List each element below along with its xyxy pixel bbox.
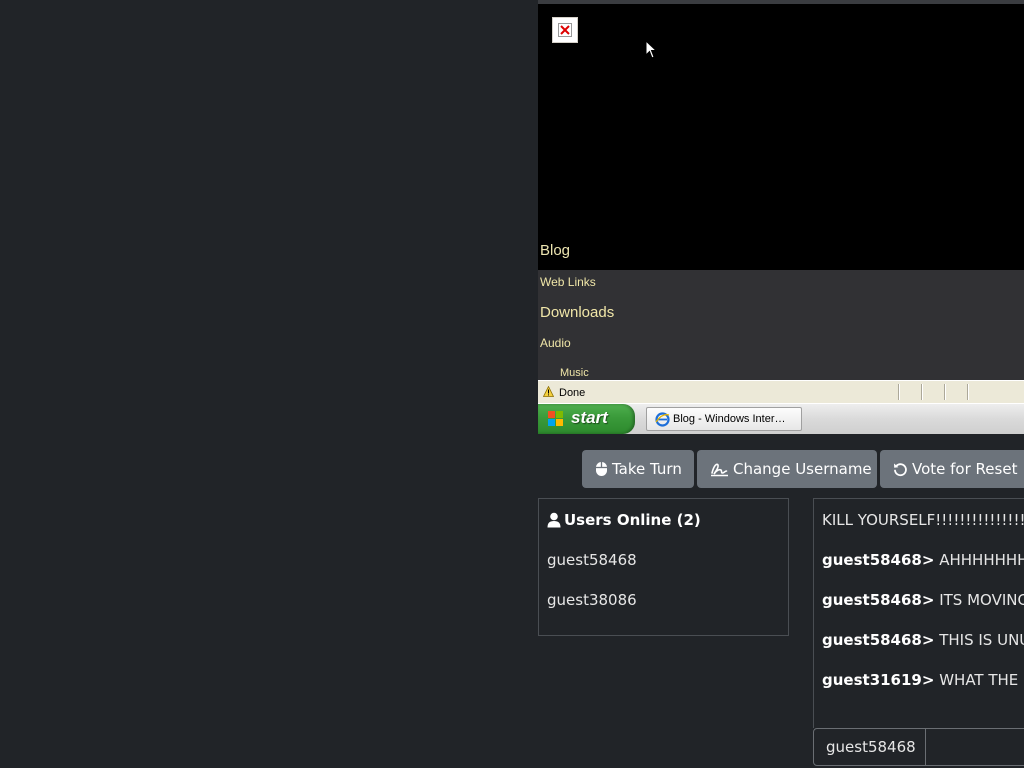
warning-icon bbox=[543, 386, 554, 397]
take-turn-button[interactable]: Take Turn bbox=[582, 450, 694, 488]
internet-explorer-icon bbox=[655, 412, 670, 427]
chat-message: guest58468> THIS IS UNUSA bbox=[822, 631, 1024, 649]
user-icon bbox=[547, 512, 561, 528]
status-divider bbox=[898, 384, 900, 400]
vm-screen[interactable]: Blog Web Links Downloads Audio Music Don… bbox=[538, 0, 1024, 434]
chat-message-user: guest58468> bbox=[822, 551, 935, 569]
user-list-item[interactable]: guest58468 bbox=[547, 551, 637, 569]
chat-message-user: guest58468> bbox=[822, 591, 935, 609]
ie-status-bar: Done bbox=[538, 380, 1024, 403]
user-list-item[interactable]: guest38086 bbox=[547, 591, 637, 609]
change-username-label: Change Username bbox=[733, 460, 872, 478]
xp-taskbar: start Blog - Windows Inter… bbox=[538, 403, 1024, 434]
vm-black-area bbox=[540, 4, 1024, 270]
users-online-panel: Users Online (2) guest58468 guest38086 bbox=[538, 498, 789, 636]
link-music[interactable]: Music bbox=[560, 367, 589, 379]
chat-message-text: ITS MOVING A bbox=[939, 591, 1024, 609]
chat-message: KILL YOURSELF!!!!!!!!!!!!!!!!!!!!!!!!! bbox=[822, 511, 1024, 529]
start-label: start bbox=[571, 408, 608, 427]
vote-reset-button[interactable]: Vote for Reset bbox=[880, 450, 1024, 488]
users-online-header: Users Online (2) bbox=[547, 511, 701, 529]
chat-message: guest31619> WHAT THE FUC bbox=[822, 671, 1024, 689]
vote-reset-label: Vote for Reset bbox=[912, 460, 1018, 478]
windows-logo-icon bbox=[548, 411, 563, 426]
change-username-button[interactable]: Change Username bbox=[697, 450, 877, 488]
mouse-icon bbox=[596, 462, 607, 476]
taskbar-item-label: Blog - Windows Inter… bbox=[673, 413, 786, 425]
chat-input-row: guest58468 bbox=[813, 728, 1024, 766]
status-divider bbox=[921, 384, 923, 400]
chat-message-text: KILL YOURSELF!!!!!!!!!!!!!!!!!!!!!!!!! bbox=[822, 511, 1024, 529]
signature-icon bbox=[711, 463, 728, 477]
chat-message-user: guest58468> bbox=[822, 631, 935, 649]
link-downloads[interactable]: Downloads bbox=[540, 304, 614, 321]
mouse-cursor-icon bbox=[645, 40, 658, 59]
chat-message-text: THIS IS UNUSA bbox=[939, 631, 1024, 649]
chat-message: guest58468> AHHHHHHHHH bbox=[822, 551, 1024, 569]
vm-links-area: Blog Web Links Downloads Audio Music bbox=[538, 242, 1024, 380]
link-blog[interactable]: Blog bbox=[540, 242, 570, 259]
chat-message: guest58468> ITS MOVING A bbox=[822, 591, 1024, 609]
reset-arrow-icon bbox=[894, 462, 907, 476]
status-text: Done bbox=[559, 387, 586, 399]
chat-panel: KILL YOURSELF!!!!!!!!!!!!!!!!!!!!!!!!! g… bbox=[813, 498, 1024, 728]
status-divider bbox=[967, 384, 969, 400]
start-button[interactable]: start bbox=[538, 404, 635, 434]
take-turn-label: Take Turn bbox=[612, 460, 682, 478]
users-online-title: Users Online (2) bbox=[564, 511, 701, 529]
link-web-links[interactable]: Web Links bbox=[540, 275, 596, 289]
broken-image-icon bbox=[552, 17, 578, 43]
chat-message-text: WHAT THE FUC bbox=[939, 671, 1024, 689]
chat-message-user: guest31619> bbox=[822, 671, 935, 689]
chat-message-text: AHHHHHHHHH bbox=[939, 551, 1024, 569]
status-divider bbox=[944, 384, 946, 400]
taskbar-item-blog[interactable]: Blog - Windows Inter… bbox=[646, 407, 802, 431]
chat-message-input[interactable] bbox=[926, 729, 1024, 765]
chat-username-label: guest58468 bbox=[814, 729, 926, 765]
link-audio[interactable]: Audio bbox=[540, 336, 571, 350]
